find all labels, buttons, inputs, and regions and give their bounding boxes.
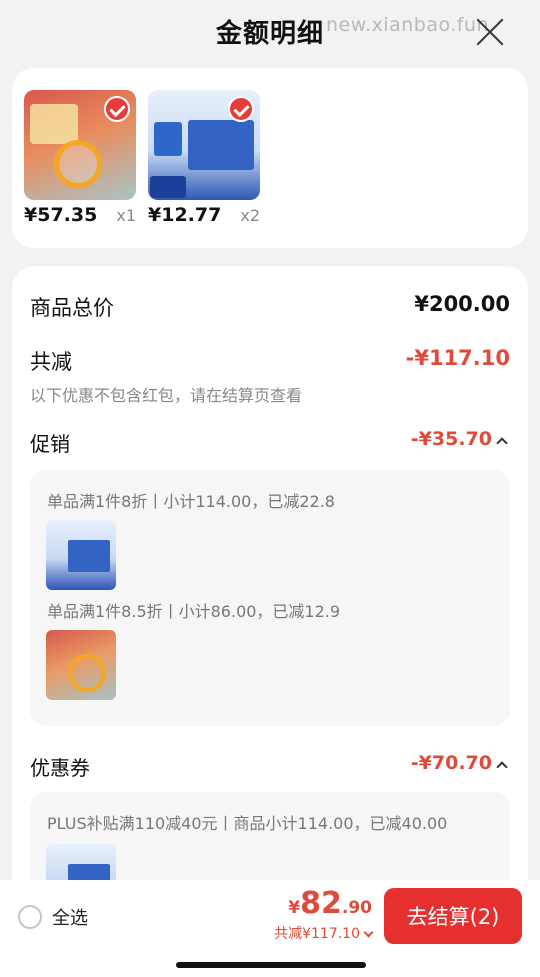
product-thumbnail: [148, 90, 260, 200]
select-all-label[interactable]: 全选: [52, 904, 88, 930]
coupon-rule: PLUS补贴满110减40元丨商品小计114.00，已减40.00: [47, 814, 448, 833]
coupon-value: -¥70.70: [410, 752, 492, 774]
checkout-button[interactable]: 去结算(2): [384, 888, 522, 944]
promotion-detail-box: 单品满1件8折丨小计114.00，已减22.8 单品满1件8.5折丨小计86.0…: [30, 470, 510, 726]
products-card: ¥57.35 x1 ¥12.77 x2: [12, 68, 528, 248]
chevron-up-icon: [496, 437, 508, 449]
product-quantity: x2: [240, 206, 260, 225]
promotion-value: -¥35.70: [410, 428, 492, 450]
currency-symbol: ¥: [288, 898, 301, 918]
checkout-bar: 全选 ¥82.90 共减¥117.10 去结算(2): [0, 880, 540, 977]
discount-label: 共减: [30, 350, 72, 374]
home-indicator: [176, 962, 366, 968]
promotion-label: 促销: [30, 432, 70, 456]
close-icon[interactable]: [474, 16, 506, 48]
chevron-up-icon: [496, 761, 508, 773]
total-summary: ¥82.90 共减¥117.10: [274, 886, 374, 943]
total-amount-decimal: .90: [341, 898, 372, 918]
product-quantity: x1: [116, 206, 136, 225]
page-title: 金额明细: [215, 18, 324, 49]
promotion-toggle[interactable]: -¥35.70: [410, 428, 508, 450]
total-label: 商品总价: [30, 296, 114, 320]
product-price: ¥12.77: [148, 204, 222, 226]
coupon-label: 优惠券: [30, 756, 90, 780]
product-item[interactable]: ¥12.77 x2: [148, 90, 260, 226]
product-price: ¥57.35: [24, 204, 98, 226]
total-value: ¥200.00: [414, 292, 510, 316]
product-thumbnail: [46, 630, 116, 700]
discount-summary-text: 共减¥117.10: [274, 926, 360, 942]
promotion-rule: 单品满1件8折丨小计114.00，已减22.8: [47, 492, 335, 511]
discount-note: 以下优惠不包含红包，请在结算页查看: [30, 386, 303, 405]
total-amount-integer: 82: [300, 886, 342, 921]
select-all-radio[interactable]: [18, 905, 42, 929]
product-item[interactable]: ¥57.35 x1: [24, 90, 136, 226]
check-icon[interactable]: [228, 96, 254, 122]
check-icon[interactable]: [104, 96, 130, 122]
chevron-down-icon: [363, 927, 374, 938]
price-detail-card: 商品总价 ¥200.00 共减 -¥117.10 以下优惠不包含红包，请在结算页…: [12, 266, 528, 977]
promotion-rule: 单品满1件8.5折丨小计86.00，已减12.9: [47, 602, 341, 621]
watermark-text: new.xianbao.fun: [326, 14, 490, 36]
discount-summary[interactable]: 共减¥117.10: [274, 923, 374, 943]
discount-value: -¥117.10: [405, 346, 510, 370]
product-thumbnail: [46, 520, 116, 590]
coupon-toggle[interactable]: -¥70.70: [410, 752, 508, 774]
product-thumbnail: [24, 90, 136, 200]
